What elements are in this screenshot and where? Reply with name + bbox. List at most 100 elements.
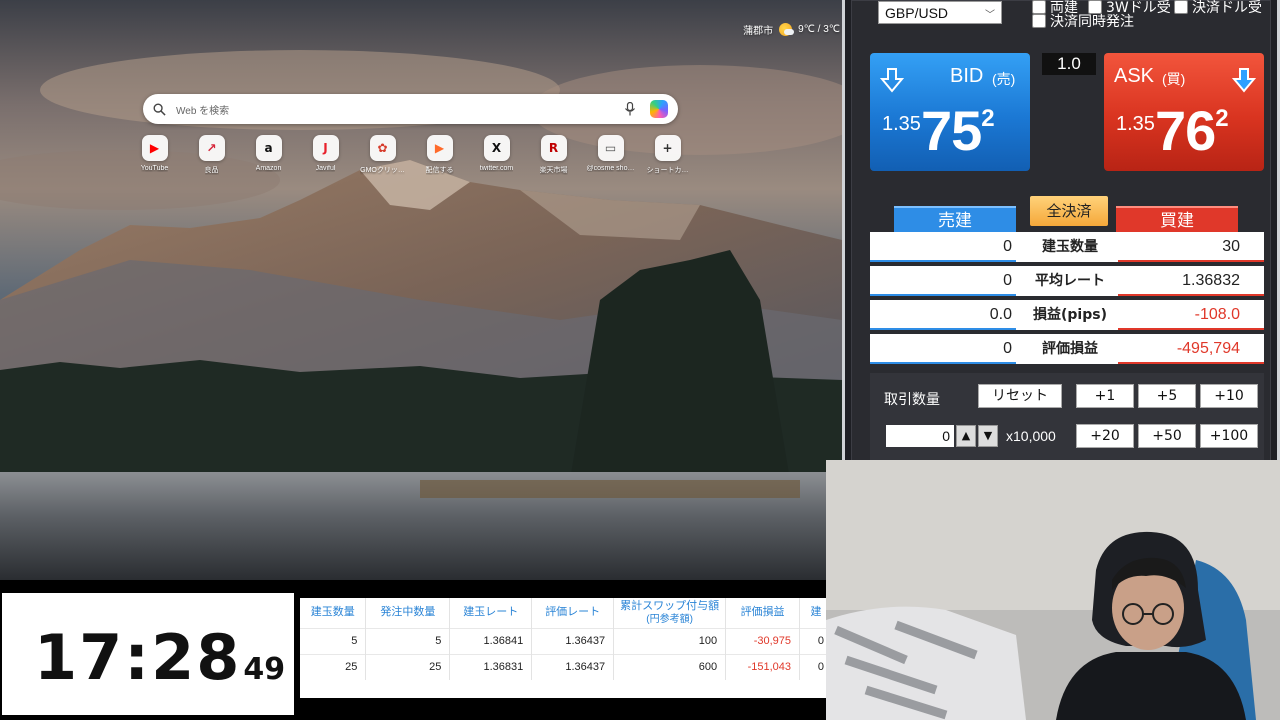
column-header-label: 建玉レート [463, 606, 519, 619]
lot-plus-10-button[interactable]: +10 [1200, 384, 1258, 408]
table-row[interactable]: 5 5 1.36841 1.36437 100 -30,975 0 [300, 627, 833, 654]
close-all-button[interactable]: 全決済 [1030, 196, 1108, 226]
column-header[interactable]: 建玉レート [449, 598, 533, 628]
bid-label: BID [950, 65, 984, 87]
shortcut-item[interactable]: ▶ YouTube [126, 135, 183, 175]
shortcut-item[interactable]: ✿ GMOクリッ… [354, 135, 411, 175]
shortcut-glyph: ▭ [604, 141, 617, 155]
shortcut-label: GMOクリッ… [360, 167, 405, 174]
weather-widget[interactable]: 蒲郡市 9℃ / 3℃ [743, 22, 840, 37]
summary-row-label: 損益(pips) [1033, 307, 1107, 323]
trading-panel: GBP/USD ﹀ 両建 3Wドル受 決済ドル受 決済同時発注 BID (売) … [842, 0, 1280, 486]
shortcut-label: 楽天市場 [539, 167, 568, 174]
trading-panel-body: GBP/USD ﹀ 両建 3Wドル受 決済ドル受 決済同時発注 BID (売) … [851, 0, 1271, 476]
shortcut-label: 良品 [204, 167, 219, 174]
column-header-label: 評価レート [545, 606, 601, 619]
column-header-label: 発注中数量 [380, 606, 436, 619]
lot-plus-50-button[interactable]: +50 [1138, 424, 1196, 448]
table-cell: -30,975 [725, 627, 801, 654]
clock-time: 17:2849 [34, 621, 285, 694]
web-search-box[interactable]: Web を検索 [143, 94, 678, 124]
summary-row: 0.0 損益(pips) -108.0 [870, 300, 1264, 330]
currency-pair-select[interactable]: GBP/USD ﹀ [878, 1, 1002, 24]
shortcut-glyph: a [264, 141, 273, 155]
option-kessai-label: 決済ドル受 [1192, 0, 1262, 16]
shortcut-item[interactable]: Xtwitter.com [468, 135, 525, 175]
shortcut-item[interactable]: ↗ 良品 [183, 135, 240, 175]
partly-cloudy-icon [779, 23, 795, 36]
clock-seconds: 49 [243, 652, 286, 687]
ask-label: ASK [1114, 65, 1155, 87]
column-header-label: 建玉数量 [310, 606, 355, 619]
lot-increment-icon[interactable]: ▲ [956, 425, 976, 447]
reset-button[interactable]: リセット [978, 384, 1062, 408]
search-input[interactable]: Web を検索 [176, 102, 624, 117]
sell-side-value: 0 [1003, 238, 1012, 255]
summary-row-label: 平均レート [1035, 273, 1105, 289]
sell-side-value: 0 [1003, 340, 1012, 357]
bid-price: 1.35752 [882, 103, 995, 159]
shortcut-glyph: J [323, 141, 328, 155]
shortcut-glyph: ▶ [434, 141, 445, 155]
shortcut-label: ショートカ… [646, 167, 689, 174]
column-header[interactable]: 建玉数量 [300, 598, 367, 628]
buy-side-value: -495,794 [1176, 340, 1240, 357]
positions-table: 建玉数量 発注中数量 建玉レート 評価レート 累計スワップ付与額 (円参考額) 評価損益建 … [300, 598, 833, 698]
microphone-icon[interactable] [624, 102, 636, 116]
bid-side: (売) [992, 71, 1016, 87]
shortcut-item[interactable]: + ショートカ… [639, 135, 696, 175]
option-kessai-checkbox[interactable] [1174, 0, 1188, 14]
lot-controls: 取引数量 リセット +1 +5 +10 0 ▲ ▼ x10,000 +20 +5… [870, 373, 1264, 465]
column-header[interactable]: 累計スワップ付与額 (円参考額) [613, 598, 727, 628]
sell-positions-tab[interactable]: 売建 [894, 206, 1016, 232]
table-cell: 25 [365, 653, 451, 680]
amazon-icon: a [255, 135, 282, 161]
table-cell: 100 [613, 627, 727, 654]
lot-plus-1-button[interactable]: +1 [1076, 384, 1134, 408]
lot-plus-100-button[interactable]: +100 [1200, 424, 1258, 448]
ask-side: (買) [1162, 71, 1186, 87]
option-simultaneous-checkbox[interactable] [1032, 14, 1046, 28]
buy-side-value: 30 [1222, 238, 1240, 255]
youtube-icon: ▶ [141, 135, 168, 161]
arrow-down-icon [880, 68, 904, 93]
shortcut-item[interactable]: a Amazon [240, 135, 297, 175]
summary-row-label: 建玉数量 [1042, 239, 1098, 255]
shortcut-label: Amazon [255, 165, 282, 172]
gmo-click-icon: ✿ [369, 135, 396, 161]
option-simultaneous-order[interactable]: 決済同時発注 [1032, 11, 1134, 31]
lot-quantity-input[interactable]: 0 [886, 425, 954, 447]
background-landscape [0, 0, 842, 580]
chevron-down-icon: ﹀ [985, 10, 995, 21]
column-header[interactable]: 発注中数量 [365, 598, 451, 628]
screen: 蒲郡市 9℃ / 3℃ Web を検索 ▶ YouTube ↗ 良品 a Amazon J J… [0, 0, 1280, 720]
column-header[interactable]: 評価レート [531, 598, 615, 628]
ask-buy-button[interactable]: ASK (買) 1.35762 [1104, 53, 1264, 171]
table-cell: -151,043 [725, 653, 801, 680]
table-cell: 1.36437 [531, 627, 615, 654]
weather-city: 蒲郡市 [743, 26, 774, 37]
column-header-label: 評価損益 [740, 606, 785, 619]
column-header[interactable]: 評価損益 [725, 598, 801, 628]
clock-hours-minutes: 17:28 [34, 621, 242, 694]
spread-value: 1.0 [1042, 53, 1096, 75]
shortcut-item[interactable]: ▭ @cosme sho… [582, 135, 639, 175]
table-row[interactable]: 25 25 1.36831 1.36437 600 -151,043 0 [300, 653, 833, 680]
shortcut-label: Javiful [315, 165, 336, 172]
shortcut-item[interactable]: ▶ 配信する [411, 135, 468, 175]
table-cell: 5 [365, 627, 451, 654]
lot-decrement-icon[interactable]: ▼ [978, 425, 998, 447]
shortcut-glyph: ✿ [377, 141, 388, 155]
shortcut-item[interactable]: J Javiful [297, 135, 354, 175]
lot-plus-5-button[interactable]: +5 [1138, 384, 1196, 408]
shortcut-glyph: R [548, 141, 559, 155]
buy-side-value: 1.36832 [1182, 272, 1240, 289]
lot-plus-20-button[interactable]: +20 [1076, 424, 1134, 448]
shortcut-item[interactable]: R 楽天市場 [525, 135, 582, 175]
copilot-icon[interactable] [650, 100, 668, 118]
bid-sell-button[interactable]: BID (売) 1.35752 [870, 53, 1030, 171]
table-cell: 1.36841 [449, 627, 533, 654]
option-kessai[interactable]: 決済ドル受 [1174, 0, 1262, 17]
buy-positions-tab[interactable]: 買建 [1116, 206, 1238, 232]
lot-unit: x10,000 [1006, 428, 1056, 444]
